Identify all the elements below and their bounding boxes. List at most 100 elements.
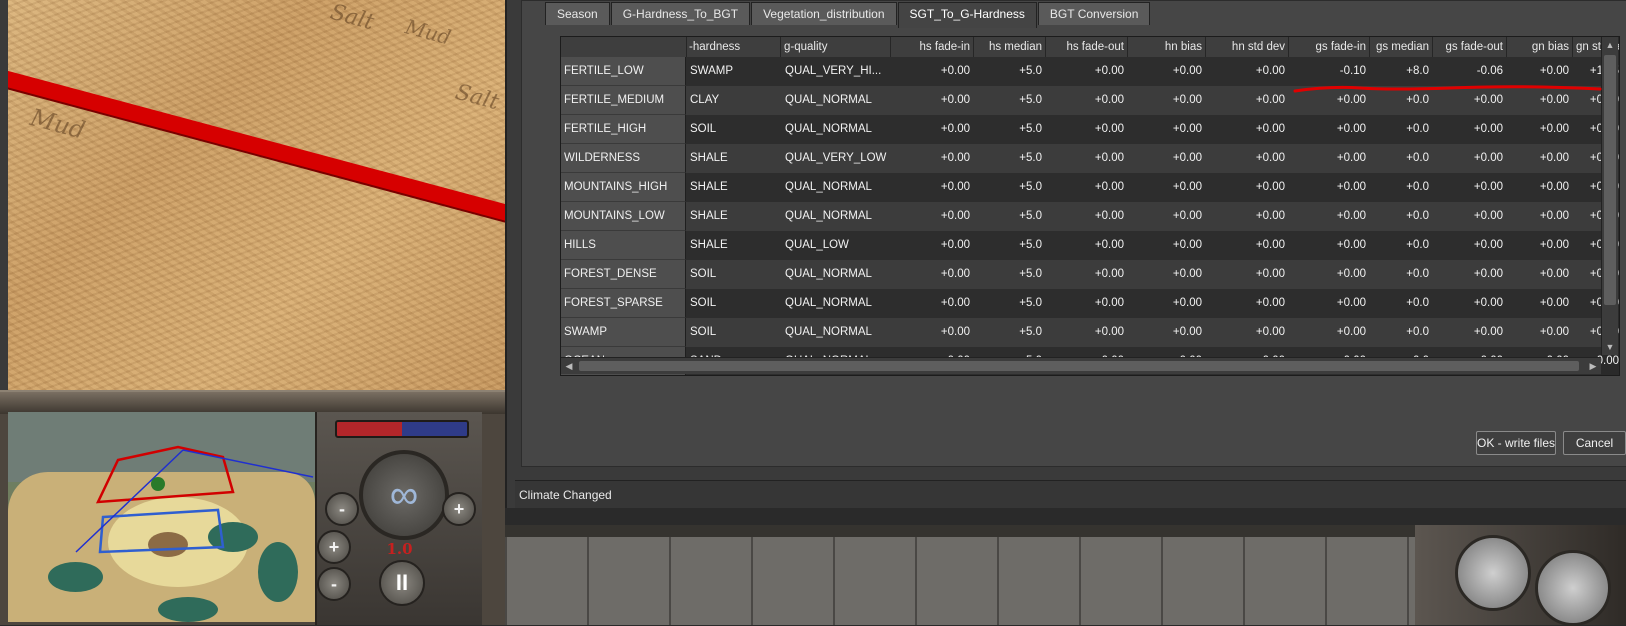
table-cell[interactable]: +0.00	[1128, 86, 1206, 115]
table-cell[interactable]: QUAL_VERY_HI...	[781, 57, 891, 86]
table-cell[interactable]: +0.00	[1046, 289, 1128, 318]
table-cell[interactable]: SOIL	[686, 289, 781, 318]
column-header[interactable]: g-quality	[781, 37, 891, 57]
table-cell[interactable]: +0.00	[1433, 231, 1507, 260]
row-header[interactable]: MOUNTAINS_LOW	[561, 202, 686, 231]
table-cell[interactable]: +0.0	[1370, 289, 1433, 318]
table-row[interactable]: FERTILE_HIGH SOIL QUAL_NORMAL +0.00 +5.0 +0.0…	[561, 115, 1619, 144]
tab-season[interactable]: Season	[545, 2, 610, 25]
table-cell[interactable]: +0.00	[1507, 202, 1573, 231]
table-cell[interactable]: +0.00	[1206, 144, 1289, 173]
table-cell[interactable]: +0.00	[891, 115, 974, 144]
table-cell[interactable]: +0.00	[1507, 173, 1573, 202]
table-row[interactable]: HILLS SHALE QUAL_LOW +0.00 +5.0 +0.00 +0.00 +0.…	[561, 231, 1619, 260]
scroll-thumb[interactable]	[1604, 55, 1616, 305]
table-cell[interactable]: QUAL_NORMAL	[781, 260, 891, 289]
table-cell[interactable]: +0.0	[1370, 173, 1433, 202]
table-cell[interactable]: +0.00	[1046, 231, 1128, 260]
table-cell[interactable]: +0.00	[1046, 318, 1128, 347]
table-cell[interactable]: +0.00	[1206, 231, 1289, 260]
row-header[interactable]: FERTILE_LOW	[561, 57, 686, 86]
column-header[interactable]: gn bias	[1507, 37, 1573, 57]
table-cell[interactable]: +0.00	[1289, 115, 1370, 144]
table-cell[interactable]: +0.00	[1507, 318, 1573, 347]
table-cell[interactable]: +0.00	[1206, 202, 1289, 231]
table-cell[interactable]: QUAL_NORMAL	[781, 289, 891, 318]
table-cell[interactable]: SHALE	[686, 144, 781, 173]
zoom-in-button[interactable]: +	[317, 530, 351, 564]
column-header[interactable]: gs fade-in	[1289, 37, 1370, 57]
table-cell[interactable]: +0.00	[891, 57, 974, 86]
table-cell[interactable]: +0.00	[891, 318, 974, 347]
table-cell[interactable]: +0.00	[1206, 115, 1289, 144]
table-cell[interactable]: +0.00	[1128, 318, 1206, 347]
table-cell[interactable]: +0.00	[1433, 86, 1507, 115]
table-cell[interactable]: +0.00	[1507, 86, 1573, 115]
scroll-thumb[interactable]	[579, 361, 1579, 371]
table-cell[interactable]: +5.0	[974, 57, 1046, 86]
table-cell[interactable]: +0.00	[1289, 318, 1370, 347]
table-cell[interactable]: QUAL_NORMAL	[781, 86, 891, 115]
table-cell[interactable]: +0.00	[1046, 144, 1128, 173]
table-cell[interactable]: +0.00	[1289, 260, 1370, 289]
table-row[interactable]: MOUNTAINS_HIGH SHALE QUAL_NORMAL +0.00 +5.0 +…	[561, 173, 1619, 202]
table-row[interactable]: FOREST_DENSE SOIL QUAL_NORMAL +0.00 +5.0 +0.0…	[561, 260, 1619, 289]
table-cell[interactable]: +0.00	[1289, 202, 1370, 231]
table-cell[interactable]: +0.00	[1128, 57, 1206, 86]
pause-button[interactable]: II	[379, 560, 425, 606]
table-cell[interactable]: +0.00	[1289, 86, 1370, 115]
row-header[interactable]: SWAMP	[561, 318, 686, 347]
table-cell[interactable]: QUAL_NORMAL	[781, 173, 891, 202]
table-cell[interactable]: +0.00	[891, 173, 974, 202]
table-cell[interactable]: +5.0	[974, 202, 1046, 231]
table-cell[interactable]: +0.00	[1046, 57, 1128, 86]
table-cell[interactable]: +0.00	[891, 260, 974, 289]
table-cell[interactable]: +0.00	[1128, 144, 1206, 173]
column-header[interactable]: hn bias	[1128, 37, 1206, 57]
table-cell[interactable]: +0.0	[1370, 231, 1433, 260]
scroll-down-icon[interactable]: ▼	[1602, 339, 1618, 355]
minimap[interactable]	[8, 412, 315, 622]
table-row[interactable]: SWAMP SOIL QUAL_NORMAL +0.00 +5.0 +0.00 +0.00 +…	[561, 318, 1619, 347]
table-cell[interactable]: +0.00	[1433, 318, 1507, 347]
table-cell[interactable]: +0.00	[891, 144, 974, 173]
table-cell[interactable]: SHALE	[686, 202, 781, 231]
table-cell[interactable]: -0.06	[1433, 57, 1507, 86]
table-row[interactable]: FERTILE_MEDIUM CLAY QUAL_NORMAL +0.00 +5.0 +0…	[561, 86, 1619, 115]
table-cell[interactable]: +0.00	[1128, 289, 1206, 318]
scroll-left-icon[interactable]: ◀	[561, 358, 577, 374]
row-header[interactable]: FERTILE_HIGH	[561, 115, 686, 144]
table-cell[interactable]: +0.00	[1289, 173, 1370, 202]
table-cell[interactable]: QUAL_NORMAL	[781, 202, 891, 231]
ok-write-files-button[interactable]: OK - write files	[1476, 431, 1556, 455]
table-cell[interactable]: +0.00	[1433, 115, 1507, 144]
table-cell[interactable]: +5.0	[974, 289, 1046, 318]
table-cell[interactable]: SOIL	[686, 115, 781, 144]
table-cell[interactable]: +0.00	[891, 289, 974, 318]
table-row[interactable]: MOUNTAINS_LOW SHALE QUAL_NORMAL +0.00 +5.0 +0…	[561, 202, 1619, 231]
table-cell[interactable]: +0.0	[1370, 260, 1433, 289]
table-cell[interactable]: +0.00	[1433, 173, 1507, 202]
cancel-button[interactable]: Cancel	[1563, 431, 1626, 455]
table-cell[interactable]: +0.00	[1046, 202, 1128, 231]
table-cell[interactable]: +0.00	[1433, 289, 1507, 318]
column-header[interactable]: hn std dev	[1206, 37, 1289, 57]
table-cell[interactable]: +0.0	[1370, 144, 1433, 173]
horizontal-scrollbar[interactable]: ◀ ▶	[561, 357, 1601, 374]
table-cell[interactable]: +0.00	[1289, 231, 1370, 260]
column-header[interactable]: gs median	[1370, 37, 1433, 57]
table-cell[interactable]: SHALE	[686, 173, 781, 202]
table-cell[interactable]: +0.00	[1206, 173, 1289, 202]
table-cell[interactable]: +5.0	[974, 231, 1046, 260]
table-cell[interactable]: -0.10	[1289, 57, 1370, 86]
table-cell[interactable]: +0.00	[891, 231, 974, 260]
column-header[interactable]: hs fade-in	[891, 37, 974, 57]
table-cell[interactable]: +0.00	[1433, 202, 1507, 231]
table-cell[interactable]: +0.00	[1046, 173, 1128, 202]
table-cell[interactable]: +0.00	[1507, 231, 1573, 260]
table-cell[interactable]: +0.0	[1370, 202, 1433, 231]
row-header[interactable]: MOUNTAINS_HIGH	[561, 173, 686, 202]
table-cell[interactable]: +0.00	[1046, 115, 1128, 144]
table-cell[interactable]: +0.00	[1507, 289, 1573, 318]
sword-orb-icon[interactable]	[1455, 535, 1531, 611]
